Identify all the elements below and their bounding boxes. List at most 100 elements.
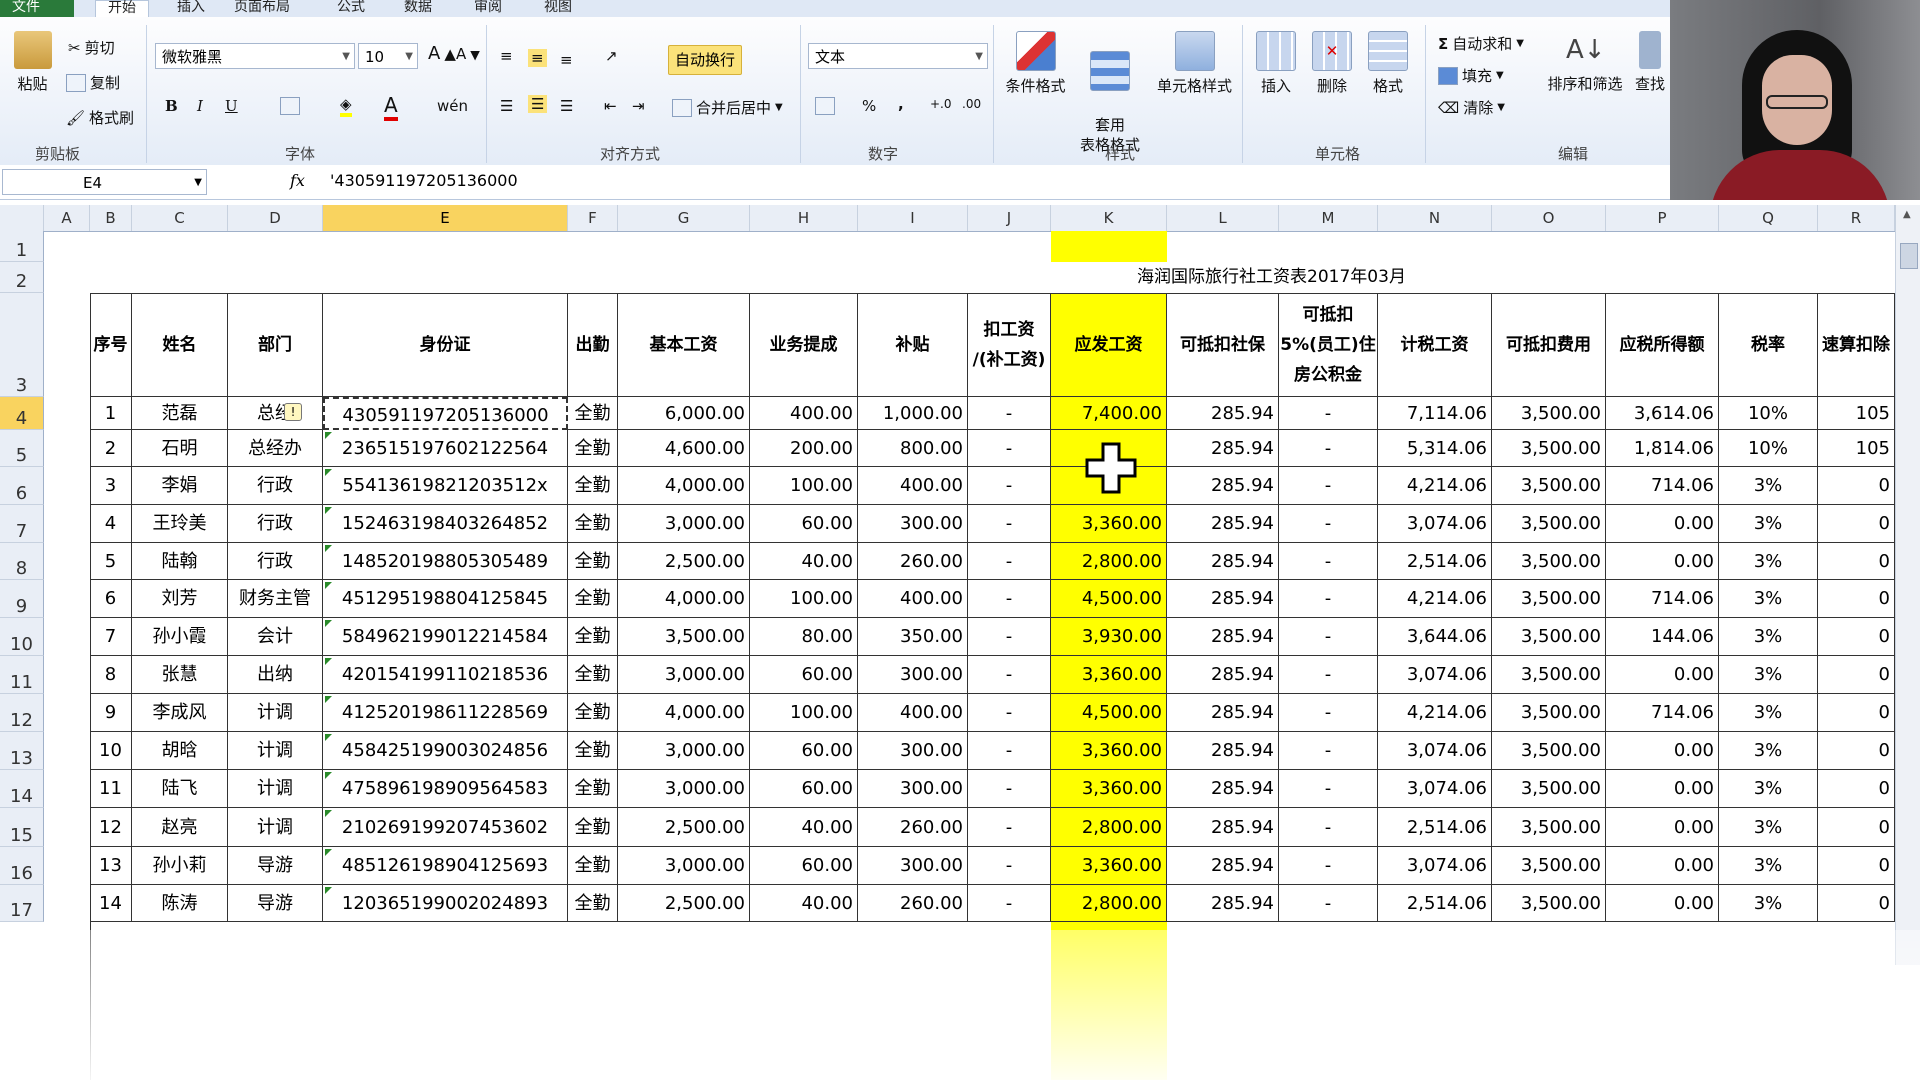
table-cell[interactable]: 412520198611228569 [323,694,568,732]
table-cell[interactable]: 3,000.00 [618,656,750,694]
table-cell[interactable]: 全勤 [568,543,618,580]
table-cell[interactable]: - [1279,694,1378,732]
table-cell[interactable]: 总经 [228,397,323,430]
table-cell[interactable]: 范磊 [132,397,228,430]
table-cell[interactable]: 0 [1818,770,1895,808]
table-header-cell[interactable]: 部门 [228,293,323,397]
table-cell[interactable]: 60.00 [750,505,858,543]
table-cell[interactable]: 55413619821203512x [323,467,568,505]
table-cell[interactable]: 4,214.06 [1378,694,1492,732]
table-cell[interactable]: 40.00 [750,885,858,922]
row-header-16[interactable]: 16 [0,847,44,885]
table-cell[interactable]: - [1279,505,1378,543]
decrease-decimal-button[interactable]: .00 [962,97,981,111]
tab-home[interactable]: 开始 [95,0,149,18]
format-painter-button[interactable]: 🖌 格式刷 [66,107,134,128]
table-cell[interactable]: 3,500.00 [1492,505,1606,543]
table-cell[interactable]: 全勤 [568,885,618,922]
table-cell[interactable]: 0 [1818,580,1895,618]
scroll-thumb[interactable] [1900,243,1918,269]
table-cell[interactable]: 260.00 [858,808,968,847]
row-header-14[interactable]: 14 [0,770,44,808]
table-cell[interactable]: 285.94 [1167,885,1279,922]
table-cell[interactable]: 60.00 [750,770,858,808]
delete-cells-button[interactable]: ✕ 删除 [1306,31,1358,96]
table-cell[interactable]: 3,074.06 [1378,732,1492,770]
table-cell[interactable]: 144.06 [1606,618,1719,656]
table-cell[interactable]: 7 [90,618,132,656]
table-cell[interactable]: 40.00 [750,808,858,847]
row-header-17[interactable]: 17 [0,885,44,922]
table-cell[interactable]: - [968,847,1051,885]
table-cell[interactable]: 2,500.00 [618,543,750,580]
table-cell[interactable]: 3% [1719,656,1818,694]
table-cell[interactable]: 张慧 [132,656,228,694]
table-cell[interactable]: 3,500.00 [1492,770,1606,808]
tab-insert[interactable]: 插入 [165,0,217,17]
table-cell[interactable]: 孙小莉 [132,847,228,885]
name-box[interactable]: E4 ▼ [2,169,207,195]
table-cell[interactable]: 计调 [228,808,323,847]
table-cell[interactable]: 285.94 [1167,770,1279,808]
table-cell[interactable]: 3% [1719,694,1818,732]
table-cell[interactable]: - [968,694,1051,732]
column-header-F[interactable]: F [568,205,618,231]
table-cell[interactable]: 400.00 [858,694,968,732]
table-cell[interactable]: 3,930.00 [1051,618,1167,656]
table-cell[interactable]: 7,114.06 [1378,397,1492,430]
table-cell[interactable]: 2,800.00 [1051,808,1167,847]
row-header-10[interactable]: 10 [0,618,44,656]
number-format-combo[interactable]: 文本 ▼ [808,43,988,69]
table-cell[interactable]: 0.00 [1606,770,1719,808]
table-cell[interactable]: 全勤 [568,618,618,656]
table-cell[interactable]: 285.94 [1167,847,1279,885]
sort-filter-button[interactable]: A↓ 排序和筛选 [1540,31,1630,94]
table-cell[interactable]: - [1279,543,1378,580]
table-cell[interactable]: 0 [1818,847,1895,885]
table-header-cell[interactable]: 应发工资 [1051,293,1167,397]
table-cell[interactable]: 3,500.00 [1492,808,1606,847]
insert-cells-button[interactable]: 插入 [1250,31,1302,96]
table-cell[interactable]: 148520198805305489 [323,543,568,580]
shrink-font-button[interactable]: A ▼ [456,45,480,63]
table-cell[interactable]: 3,500.00 [1492,847,1606,885]
row-header-4[interactable]: 4 [0,397,44,430]
table-cell[interactable]: 714.06 [1606,694,1719,732]
table-cell[interactable]: - [968,656,1051,694]
grow-font-button[interactable]: A ▲ [428,43,456,64]
table-cell[interactable]: 3% [1719,580,1818,618]
table-cell[interactable]: 李娟 [132,467,228,505]
table-cell[interactable]: - [968,467,1051,505]
table-cell[interactable]: 3,360.00 [1051,505,1167,543]
table-cell[interactable]: 3,000.00 [618,732,750,770]
column-header-E[interactable]: E [323,205,568,231]
table-cell[interactable]: 285.94 [1167,808,1279,847]
table-cell[interactable]: 285.94 [1167,505,1279,543]
table-cell[interactable]: 财务主管 [228,580,323,618]
table-cell[interactable]: 285.94 [1167,580,1279,618]
table-cell[interactable]: 3,644.06 [1378,618,1492,656]
table-cell[interactable]: 赵亮 [132,808,228,847]
table-cell[interactable]: 120365199002024893 [323,885,568,922]
table-cell[interactable]: 0 [1818,656,1895,694]
table-cell[interactable]: - [1279,467,1378,505]
format-cells-button[interactable]: 格式 [1362,31,1414,96]
align-center-button[interactable]: ☰ [528,95,548,113]
active-cell-e4[interactable]: 430591197205136000 [323,397,568,430]
table-cell[interactable]: 2,500.00 [618,808,750,847]
table-cell[interactable]: 3,074.06 [1378,656,1492,694]
table-cell[interactable]: 3,074.06 [1378,770,1492,808]
table-cell[interactable]: 4,600.00 [618,430,750,467]
error-smart-tag-icon[interactable]: ! [284,403,302,421]
table-cell[interactable]: 4,214.06 [1378,467,1492,505]
table-header-cell[interactable]: 计税工资 [1378,293,1492,397]
table-cell[interactable]: 285.94 [1167,397,1279,430]
table-cell[interactable]: 10 [90,732,132,770]
table-cell[interactable]: 60.00 [750,656,858,694]
table-cell[interactable]: 458425199003024856 [323,732,568,770]
row-header-15[interactable]: 15 [0,808,44,847]
table-cell[interactable]: 11 [90,770,132,808]
table-cell[interactable]: 3,000.00 [618,770,750,808]
column-header-Q[interactable]: Q [1719,205,1818,231]
table-cell[interactable]: 5,314.06 [1378,430,1492,467]
